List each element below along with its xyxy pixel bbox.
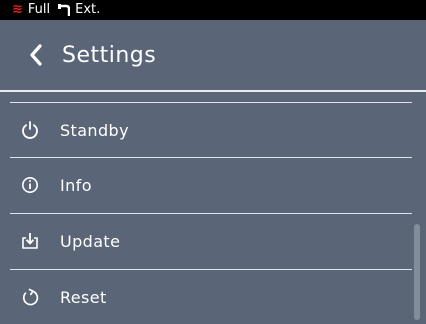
- hook-icon: [58, 4, 71, 16]
- page-title: Settings: [62, 42, 157, 68]
- download-icon: [22, 233, 38, 249]
- info-icon: [22, 177, 38, 193]
- menu-item-label: Update: [60, 231, 121, 251]
- status-source-text: Ext.: [75, 2, 101, 17]
- menu-item-label: Reset: [60, 287, 107, 307]
- menu-item-info[interactable]: Info: [0, 158, 410, 212]
- status-bar: ≋ Full Ext.: [0, 0, 426, 20]
- menu-item-label: Standby: [60, 120, 129, 140]
- scrollbar-thumb[interactable]: [414, 224, 420, 320]
- header: Settings: [0, 20, 426, 90]
- menu-item-label: Info: [60, 175, 92, 195]
- heating-icon: ≋: [12, 2, 23, 17]
- menu-item-standby[interactable]: Standby: [0, 103, 410, 157]
- menu-item-reset[interactable]: Reset: [0, 270, 410, 324]
- reset-icon: [22, 288, 39, 306]
- power-icon: [22, 121, 38, 139]
- menu-item-update[interactable]: Update: [0, 214, 410, 268]
- status-mode-text: Full: [27, 2, 51, 17]
- settings-list: Standby Info Update Reset: [0, 92, 426, 324]
- chevron-left-icon[interactable]: [28, 44, 44, 66]
